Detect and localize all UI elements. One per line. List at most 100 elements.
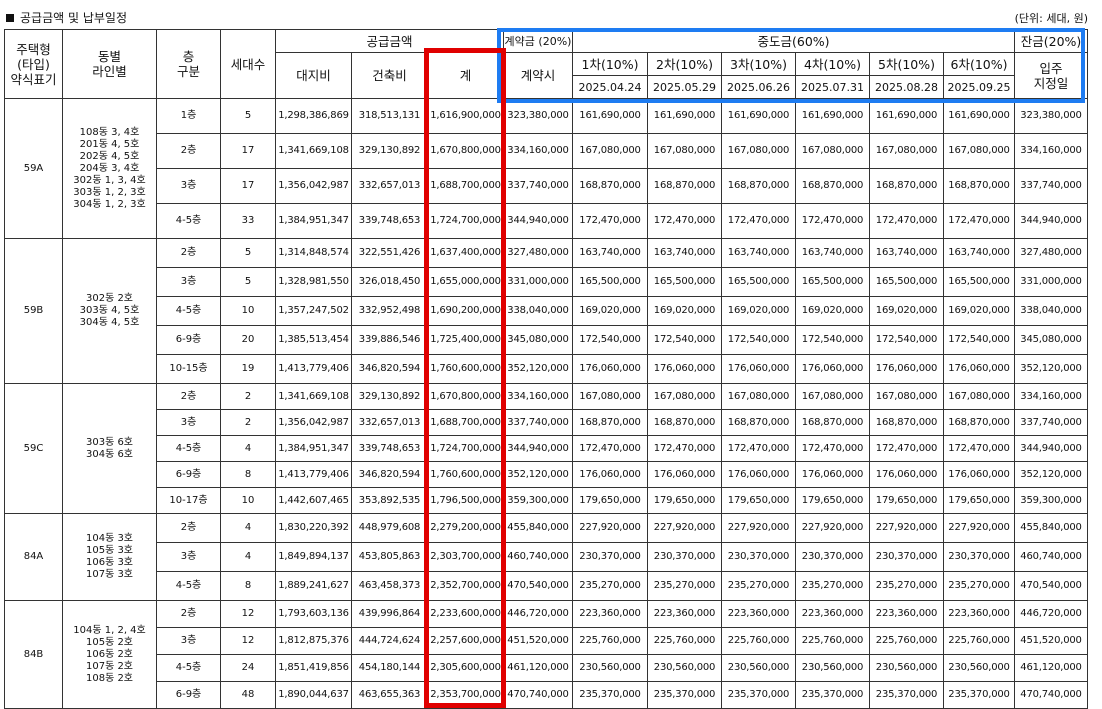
household-count-cell: 12 (220, 600, 276, 628)
balance-cell: 446,720,000 (1014, 600, 1089, 628)
middle-payment-2-cell: 163,740,000 (647, 238, 722, 268)
household-count-cell: 4 (220, 435, 276, 462)
household-count-cell: 10 (220, 487, 276, 514)
middle-payment-4-cell: 167,080,000 (795, 133, 870, 169)
header-deposit-sub: 계약시 (503, 52, 573, 99)
total-price-cell: 2,305,600,000 (427, 654, 504, 682)
middle-payment-4-cell: 172,470,000 (795, 203, 870, 239)
balance-cell: 327,480,000 (1014, 238, 1089, 268)
table-row: 4-5층 10 1,357,247,502 332,952,498 1,690,200,… (5, 296, 1089, 326)
deposit-cell: 359,300,000 (503, 487, 573, 514)
deposit-cell: 461,120,000 (503, 654, 573, 682)
building-price-cell: 332,952,498 (351, 296, 428, 326)
floor-cell: 3층 (156, 627, 221, 655)
middle-payment-6-cell: 172,470,000 (942, 435, 1016, 462)
middle-payment-1-cell: 230,560,000 (572, 654, 648, 682)
middle-payment-2-cell: 161,690,000 (647, 98, 722, 134)
header-middle-date-1: 2025.04.24 (572, 75, 648, 99)
middle-payment-6-cell: 223,360,000 (942, 600, 1016, 628)
middle-payment-6-cell: 169,020,000 (942, 296, 1016, 326)
middle-payment-2-cell: 176,060,000 (647, 354, 722, 384)
header-middle-1: 1차(10%) (572, 52, 648, 76)
table-row: 3층 4 1,849,894,137 453,805,863 2,303,700,000… (5, 542, 1089, 572)
floor-cell: 6-9층 (156, 461, 221, 488)
middle-payment-1-cell: 161,690,000 (572, 98, 648, 134)
header-land: 대지비 (275, 52, 352, 99)
square-bullet-icon (6, 14, 14, 22)
housing-type-cell: 84A (4, 513, 63, 601)
deposit-cell: 327,480,000 (503, 238, 573, 268)
middle-payment-2-cell: 235,270,000 (647, 571, 722, 601)
header-total: 계 (427, 52, 504, 99)
middle-payment-5-cell: 235,370,000 (869, 681, 944, 709)
deposit-cell: 460,740,000 (503, 542, 573, 572)
deposit-cell: 352,120,000 (503, 354, 573, 384)
building-price-cell: 463,458,373 (351, 571, 428, 601)
total-price-cell: 1,724,700,000 (427, 203, 504, 239)
table-row: 10-17층 10 1,442,607,465 353,892,535 1,796,50… (5, 487, 1089, 514)
table-row: 4-5층 8 1,889,241,627 463,458,373 2,352,700,0… (5, 571, 1089, 601)
middle-payment-5-cell: 172,540,000 (869, 325, 944, 355)
middle-payment-4-cell: 169,020,000 (795, 296, 870, 326)
middle-payment-5-cell: 165,500,000 (869, 267, 944, 297)
building-price-cell: 448,979,608 (351, 513, 428, 543)
deposit-cell: 455,840,000 (503, 513, 573, 543)
middle-payment-2-cell: 179,650,000 (647, 487, 722, 514)
floor-cell: 6-9층 (156, 325, 221, 355)
header-middle-date-5: 2025.08.28 (869, 75, 944, 99)
land-price-cell: 1,384,951,347 (275, 203, 352, 239)
middle-payment-5-cell: 176,060,000 (869, 461, 944, 488)
household-count-cell: 48 (220, 681, 276, 709)
header-middle-4: 4차(10%) (795, 52, 870, 76)
section-title: 공급금액 및 납부일정 (6, 9, 127, 26)
middle-payment-3-cell: 168,870,000 (721, 409, 796, 436)
header-middle-2: 2차(10%) (647, 52, 722, 76)
building-price-cell: 329,130,892 (351, 383, 428, 410)
middle-payment-6-cell: 165,500,000 (942, 267, 1016, 297)
total-price-cell: 1,725,400,000 (427, 325, 504, 355)
deposit-cell: 446,720,000 (503, 600, 573, 628)
total-price-cell: 2,352,700,000 (427, 571, 504, 601)
middle-payment-5-cell: 167,080,000 (869, 383, 944, 410)
dong-line-item: 108동 2호 (85, 672, 134, 684)
middle-payment-3-cell: 235,370,000 (721, 681, 796, 709)
deposit-cell: 337,740,000 (503, 168, 573, 204)
table-row: 4-5층 24 1,851,419,856 454,180,144 2,305,600,… (5, 654, 1089, 682)
header-balance-sub: 입주 지정일 (1014, 52, 1089, 99)
balance-cell: 344,940,000 (1014, 203, 1089, 239)
middle-payment-2-cell: 235,370,000 (647, 681, 722, 709)
middle-payment-4-cell: 176,060,000 (795, 461, 870, 488)
header-middle-6: 6차(10%) (942, 52, 1016, 76)
section-title-text: 공급금액 및 납부일정 (20, 11, 127, 25)
deposit-cell: 331,000,000 (503, 267, 573, 297)
middle-payment-1-cell: 169,020,000 (572, 296, 648, 326)
building-price-cell: 454,180,144 (351, 654, 428, 682)
floor-cell: 10-17층 (156, 487, 221, 514)
middle-payment-6-cell: 172,540,000 (942, 325, 1016, 355)
middle-payment-5-cell: 230,370,000 (869, 542, 944, 572)
land-price-cell: 1,356,042,987 (275, 168, 352, 204)
household-count-cell: 33 (220, 203, 276, 239)
middle-payment-5-cell: 172,470,000 (869, 435, 944, 462)
middle-payment-2-cell: 225,760,000 (647, 627, 722, 655)
dong-line-cell: 108동 3, 4호 201동 4, 5호 202동 4, 5호 204동 3, 4호… (62, 98, 157, 239)
dong-line-item: 108동 3, 4호 (79, 126, 140, 138)
middle-payment-3-cell: 176,060,000 (721, 354, 796, 384)
deposit-cell: 451,520,000 (503, 627, 573, 655)
middle-payment-4-cell: 235,270,000 (795, 571, 870, 601)
middle-payment-2-cell: 169,020,000 (647, 296, 722, 326)
balance-cell: 460,740,000 (1014, 542, 1089, 572)
floor-cell: 2층 (156, 513, 221, 543)
building-price-cell: 339,748,653 (351, 435, 428, 462)
document-header: 공급금액 및 납부일정 (단위: 세대, 원) (0, 0, 1102, 29)
floor-cell: 4-5층 (156, 571, 221, 601)
building-price-cell: 346,820,594 (351, 354, 428, 384)
total-price-cell: 1,796,500,000 (427, 487, 504, 514)
floor-cell: 4-5층 (156, 435, 221, 462)
table-row: 6-9층 8 1,413,779,406 346,820,594 1,760,600,0… (5, 461, 1089, 488)
middle-payment-6-cell: 163,740,000 (942, 238, 1016, 268)
total-price-cell: 2,257,600,000 (427, 627, 504, 655)
balance-cell: 455,840,000 (1014, 513, 1089, 543)
table-row: 2층 17 1,341,669,108 329,130,892 1,670,800,00… (5, 133, 1089, 169)
floor-cell: 10-15층 (156, 354, 221, 384)
